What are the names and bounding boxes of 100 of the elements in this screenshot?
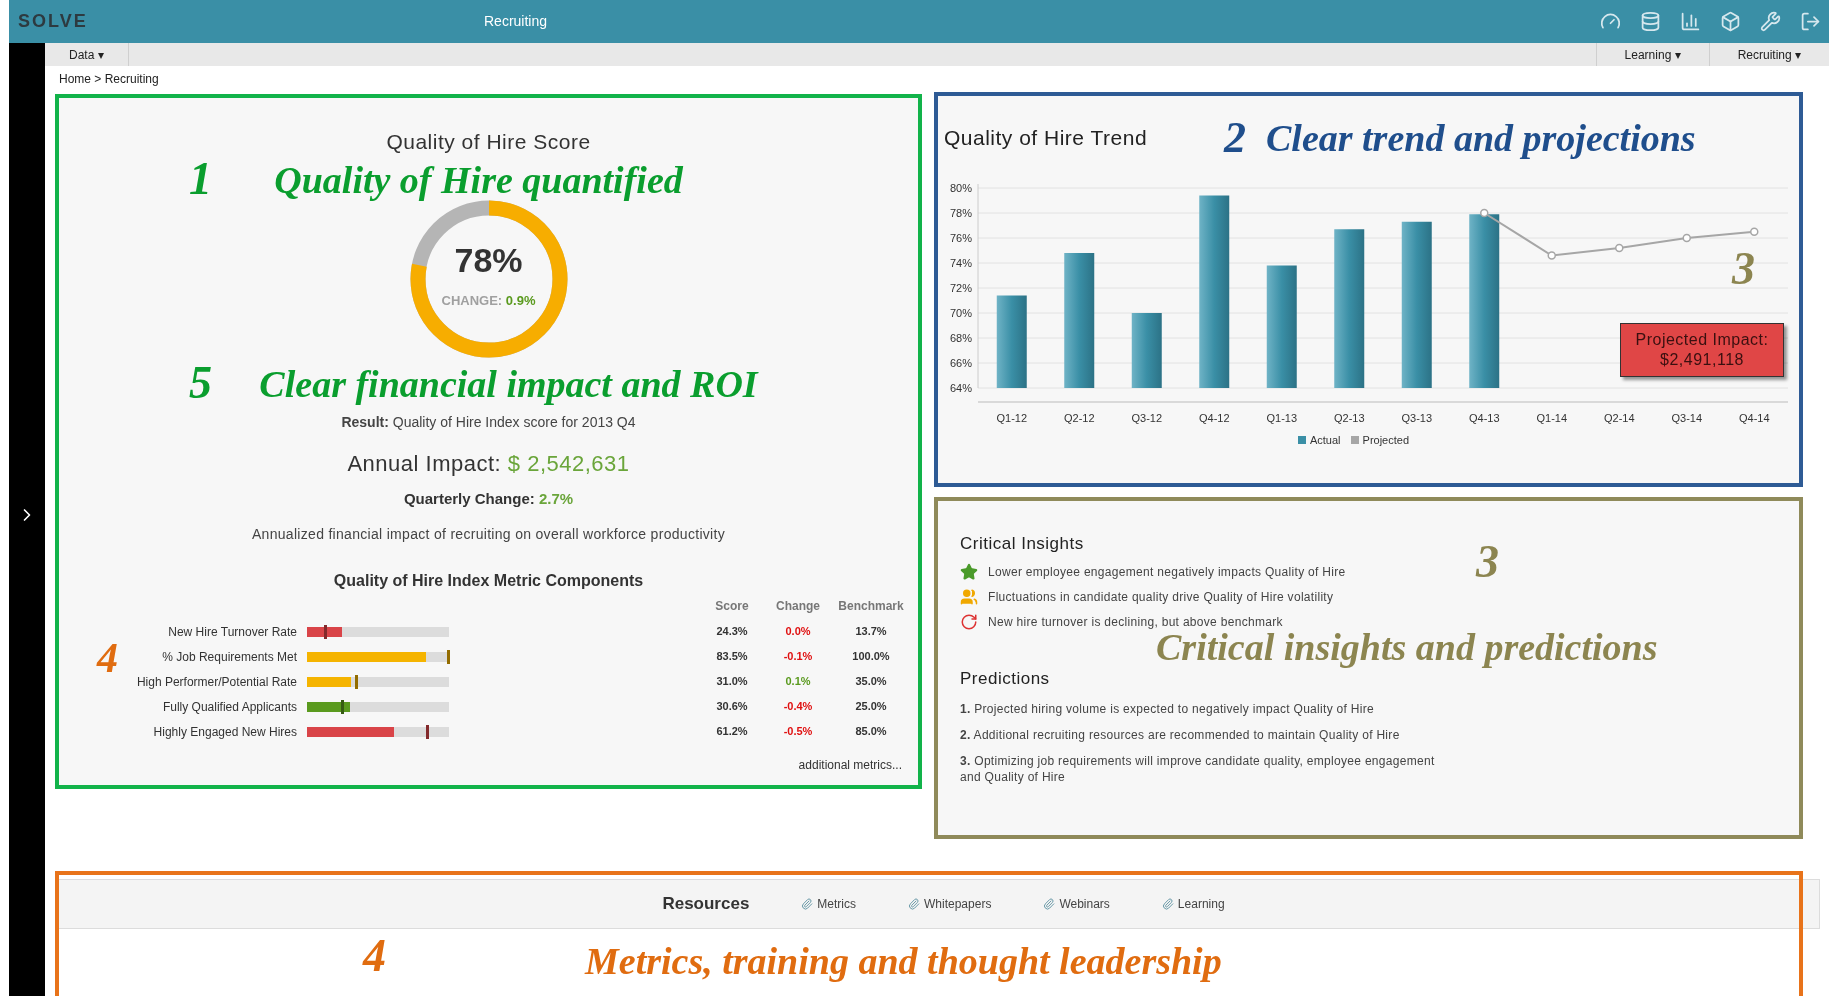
- description-text: Annualized financial impact of recruiting on overall workforce productivity: [251, 525, 726, 544]
- x-axis-label: Q3-14: [1671, 412, 1703, 424]
- metric-change: 0.0%: [784, 624, 812, 640]
- metric-label: Highly Engaged New Hires: [153, 723, 297, 741]
- callout-number: 3: [1476, 537, 1499, 587]
- y-axis-label: 64%: [949, 382, 972, 394]
- breadcrumb: Home > Recruiting: [59, 71, 160, 88]
- metric-score: 61.2%: [715, 724, 749, 740]
- metric-benchmark: 100.0%: [851, 649, 891, 665]
- paperclip-icon: [1043, 898, 1056, 910]
- callout-text: Quality of Hire quantified: [274, 157, 683, 202]
- prediction-text: 3. Optimizing job requirements will improve candidate quality, employee engagement and Quality of Hire: [960, 753, 1436, 785]
- insight-text: Fluctuations in candidate quality drive Quality of Hire volatility: [988, 588, 1334, 606]
- refresh-icon: [960, 612, 978, 631]
- projected-impact-label: Projected Impact:: [1635, 330, 1769, 350]
- change-value: 0.9%: [505, 292, 536, 308]
- metric-score: 31.0%: [715, 674, 749, 690]
- column-header: Score: [714, 598, 750, 615]
- x-axis-label: Q2-12: [1063, 412, 1095, 424]
- legend-label: Projected: [1362, 433, 1410, 448]
- additional-metrics-link[interactable]: additional metrics...: [798, 756, 902, 774]
- prediction-text: 2. Additional recruiting resources are recommended to maintain Quality of Hire: [960, 727, 1401, 743]
- section-title: Predictions: [960, 667, 1051, 690]
- insight-text: Lower employee engagement negatively impacts Quality of Hire: [988, 563, 1346, 581]
- y-axis-label: 70%: [949, 307, 972, 319]
- x-axis-label: Q1-13: [1266, 412, 1298, 424]
- metric-benchmark: 25.0%: [854, 699, 888, 715]
- quarterly-change-label: Quarterly Change:: [403, 489, 535, 507]
- resources-title: Resources: [662, 893, 750, 916]
- callout-number: 4: [97, 635, 118, 681]
- database-icon[interactable]: [1640, 11, 1661, 32]
- x-axis-label: Q3-13: [1401, 412, 1433, 424]
- y-axis-label: 78%: [949, 207, 972, 219]
- callout-number: 2: [1224, 112, 1246, 164]
- metric-change: -0.5%: [782, 724, 814, 740]
- x-axis-label: Q3-12: [1131, 412, 1163, 424]
- metric-label: Fully Qualified Applicants: [162, 698, 297, 716]
- metric-benchmark: 13.7%: [854, 624, 888, 640]
- y-axis-label: 76%: [949, 232, 972, 244]
- x-axis-label: Q4-12: [1198, 412, 1230, 424]
- star-icon: [960, 562, 978, 581]
- callout-text: Clear trend and projections: [1266, 115, 1696, 161]
- callout-number: 1: [189, 153, 212, 204]
- callout-text: Metrics, training and thought leadership: [585, 939, 1222, 983]
- column-header: Change: [775, 598, 821, 615]
- projected-impact-value: $2,491,118: [1660, 350, 1744, 370]
- quarterly-change-value: 2.7%: [538, 489, 574, 507]
- y-axis-label: 68%: [949, 332, 972, 344]
- metric-benchmark: 85.0%: [854, 724, 888, 740]
- resource-link[interactable]: Whitepapers: [908, 895, 992, 913]
- metric-label: % Job Requirements Met: [162, 648, 297, 666]
- metric-label: High Performer/Potential Rate: [136, 673, 297, 691]
- y-axis-label: 74%: [949, 257, 972, 269]
- metric-score: 24.3%: [715, 624, 749, 640]
- result-text: Result: Quality of Hire Index score for 2013 Q4: [341, 412, 636, 432]
- x-axis-label: Q2-13: [1333, 412, 1365, 424]
- metric-change: -0.4%: [782, 699, 814, 715]
- resource-link[interactable]: Webinars: [1043, 895, 1110, 913]
- x-axis-label: Q4-14: [1738, 412, 1770, 424]
- metric-score: 83.5%: [715, 649, 749, 665]
- y-axis-label: 72%: [949, 282, 972, 294]
- y-axis-label: 80%: [949, 182, 972, 194]
- metrics-title: Quality of Hire Index Metric Components: [333, 571, 644, 591]
- projection-point: [1615, 243, 1624, 253]
- section-title: Critical Insights: [960, 533, 1085, 555]
- projection-point: [1547, 251, 1556, 260]
- panel-title: Quality of Hire Score: [386, 129, 591, 155]
- metric-label: New Hire Turnover Rate: [168, 623, 297, 641]
- score-value: 78%: [454, 242, 523, 277]
- annual-impact-value: $ 2,542,631: [507, 450, 630, 476]
- x-axis-label: Q1-14: [1536, 412, 1568, 424]
- prediction-text: 1. Projected hiring volume is expected to negatively impact Quality of Hire: [960, 701, 1376, 717]
- paperclip-icon: [908, 898, 920, 910]
- annual-impact-label: Annual Impact:: [347, 450, 502, 476]
- callout-number: 5: [189, 357, 212, 408]
- resource-link[interactable]: Learning: [1161, 895, 1225, 913]
- projection-point: [1750, 227, 1759, 236]
- column-header: Benchmark: [837, 598, 905, 615]
- x-axis-label: Q1-12: [996, 412, 1028, 424]
- callout-number: 3: [1732, 244, 1755, 294]
- projection-point: [1682, 233, 1691, 243]
- logout-icon[interactable]: [1800, 11, 1821, 32]
- change-label: CHANGE:: [441, 292, 503, 308]
- metric-benchmark: 35.0%: [854, 674, 888, 690]
- y-axis-label: 66%: [949, 357, 972, 369]
- metric-score: 30.6%: [715, 699, 749, 715]
- x-axis-label: Q4-13: [1468, 412, 1500, 424]
- metric-change: -0.1%: [782, 649, 814, 665]
- people-icon: [960, 587, 978, 606]
- metric-change: 0.1%: [784, 674, 812, 690]
- resource-link[interactable]: Metrics: [801, 895, 856, 913]
- callout-number: 4: [363, 931, 386, 981]
- x-axis-label: Q2-14: [1603, 412, 1635, 424]
- paperclip-icon: [801, 898, 814, 910]
- paperclip-icon: [1161, 898, 1174, 910]
- projection-point: [1480, 208, 1489, 218]
- cube-icon[interactable]: [1720, 11, 1741, 32]
- chart-icon[interactable]: [1680, 11, 1701, 32]
- wrench-icon[interactable]: [1760, 11, 1781, 32]
- page-title: Recruiting: [484, 12, 548, 31]
